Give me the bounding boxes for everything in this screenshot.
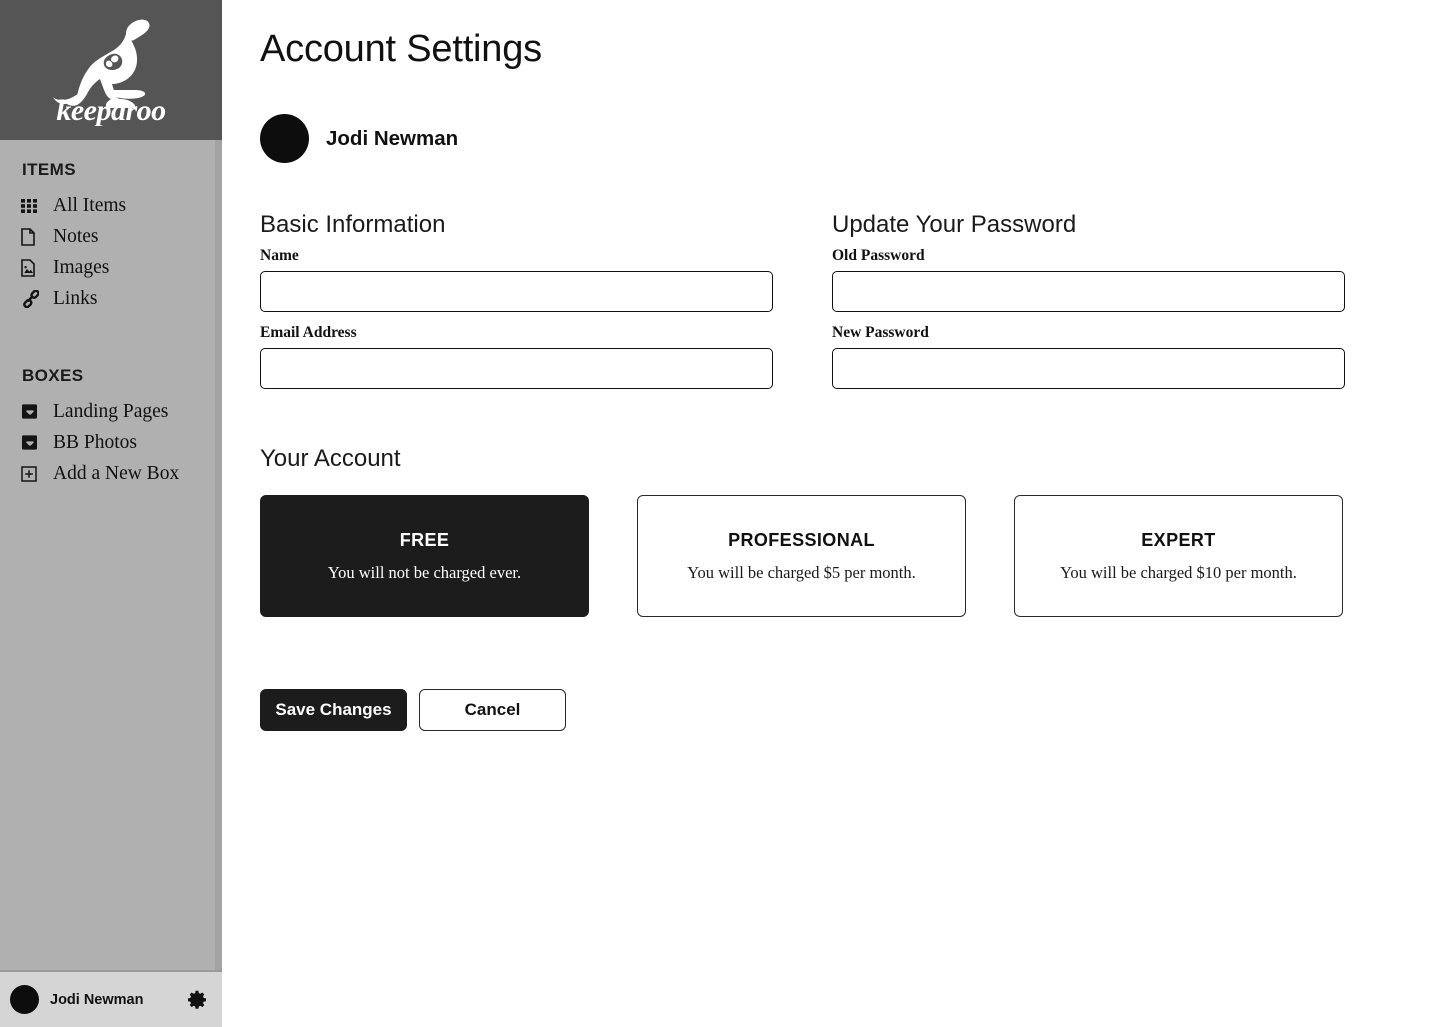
cancel-button[interactable]: Cancel (419, 689, 566, 731)
sidebar-item-label: Add a New Box (53, 462, 180, 484)
sidebar-item-label: All Items (53, 194, 127, 216)
plan-title: EXPERT (1141, 529, 1216, 550)
sidebar-section-title-items: ITEMS (22, 160, 76, 179)
plan-description: You will be charged $10 per month. (1060, 562, 1297, 582)
document-icon (21, 227, 43, 247)
app-root: keeparoo ITEMS All Items Notes Images Li… (0, 0, 1441, 1027)
sidebar-section-items: ITEMS All Items Notes Images Links (0, 160, 222, 314)
plan-description: You will be charged $5 per month. (687, 562, 916, 582)
update-password-heading: Update Your Password (832, 211, 1077, 238)
sidebar-user-name: Jodi Newman (50, 991, 144, 1008)
sidebar-section-title-boxes: BOXES (22, 366, 84, 385)
new-password-input[interactable] (832, 348, 1345, 389)
sidebar: keeparoo ITEMS All Items Notes Images Li… (0, 0, 222, 1027)
link-icon (21, 289, 43, 309)
inbox-icon (21, 402, 43, 422)
plan-title: FREE (399, 529, 450, 550)
sidebar-section-boxes: BOXES Landing Pages BB Photos Add a New … (0, 366, 222, 489)
sidebar-item-bb-photos[interactable]: BB Photos (0, 427, 222, 458)
email-field[interactable] (260, 348, 773, 389)
sidebar-item-label: BB Photos (53, 431, 137, 453)
form-actions: Save Changes Cancel (260, 689, 1381, 731)
avatar (260, 114, 309, 163)
field-new-password: New Password (832, 324, 1345, 389)
profile-name: Jodi Newman (326, 126, 459, 150)
plan-title: PROFESSIONAL (728, 529, 875, 550)
sidebar-item-add-a-new-box[interactable]: Add a New Box (0, 458, 222, 489)
save-button[interactable]: Save Changes (260, 689, 407, 731)
update-password-section: Update Your Password Old Password New Pa… (832, 211, 1345, 389)
avatar (10, 985, 39, 1014)
profile-header: Jodi Newman (260, 114, 1381, 163)
sidebar-item-landing-pages[interactable]: Landing Pages (0, 396, 222, 427)
name-input[interactable] (260, 271, 773, 312)
plan-card-free[interactable]: FREE You will not be charged ever. (260, 495, 589, 617)
email-label: Email Address (260, 324, 357, 341)
sidebar-item-all-items[interactable]: All Items (0, 190, 222, 221)
new-password-label: New Password (832, 324, 929, 341)
grid-icon (21, 196, 43, 216)
page-title: Account Settings (260, 28, 542, 70)
field-email: Email Address (260, 324, 773, 389)
basic-information-heading: Basic Information (260, 211, 446, 238)
sidebar-item-label: Images (53, 256, 110, 278)
your-account-heading: Your Account (260, 445, 401, 472)
image-icon (21, 258, 43, 278)
settings-form: Basic Information Name Email Address Upd… (260, 211, 1381, 389)
sidebar-item-label: Notes (53, 225, 99, 247)
basic-information-section: Basic Information Name Email Address (260, 211, 773, 389)
sidebar-item-images[interactable]: Images (0, 252, 222, 283)
name-label: Name (260, 247, 299, 264)
sidebar-item-label: Links (53, 287, 98, 309)
inbox-icon (21, 433, 43, 453)
field-old-password: Old Password (832, 247, 1345, 312)
field-name: Name (260, 247, 773, 312)
sidebar-scrollbar[interactable] (215, 140, 222, 970)
brand-logo-panel[interactable]: keeparoo (0, 0, 222, 140)
kangaroo-logo: keeparoo (46, 11, 176, 129)
plan-card-expert[interactable]: EXPERT You will be charged $10 per month… (1014, 495, 1343, 617)
sidebar-nav: ITEMS All Items Notes Images Links BOXES… (0, 140, 222, 970)
main-content: Account Settings Jodi Newman Basic Infor… (222, 0, 1441, 1027)
sidebar-user-bar[interactable]: Jodi Newman (0, 970, 222, 1027)
plan-card-professional[interactable]: PROFESSIONAL You will be charged $5 per … (637, 495, 966, 617)
plan-description: You will not be charged ever. (327, 562, 522, 582)
sidebar-item-notes[interactable]: Notes (0, 221, 222, 252)
svg-text:keeparoo: keeparoo (56, 94, 165, 126)
old-password-input[interactable] (832, 271, 1345, 312)
gear-icon[interactable] (186, 989, 208, 1011)
plan-list: FREE You will not be charged ever. PROFE… (260, 495, 1381, 617)
plus-square-icon (21, 464, 43, 484)
sidebar-item-label: Landing Pages (53, 400, 169, 422)
sidebar-item-links[interactable]: Links (0, 283, 222, 314)
old-password-label: Old Password (832, 247, 925, 264)
